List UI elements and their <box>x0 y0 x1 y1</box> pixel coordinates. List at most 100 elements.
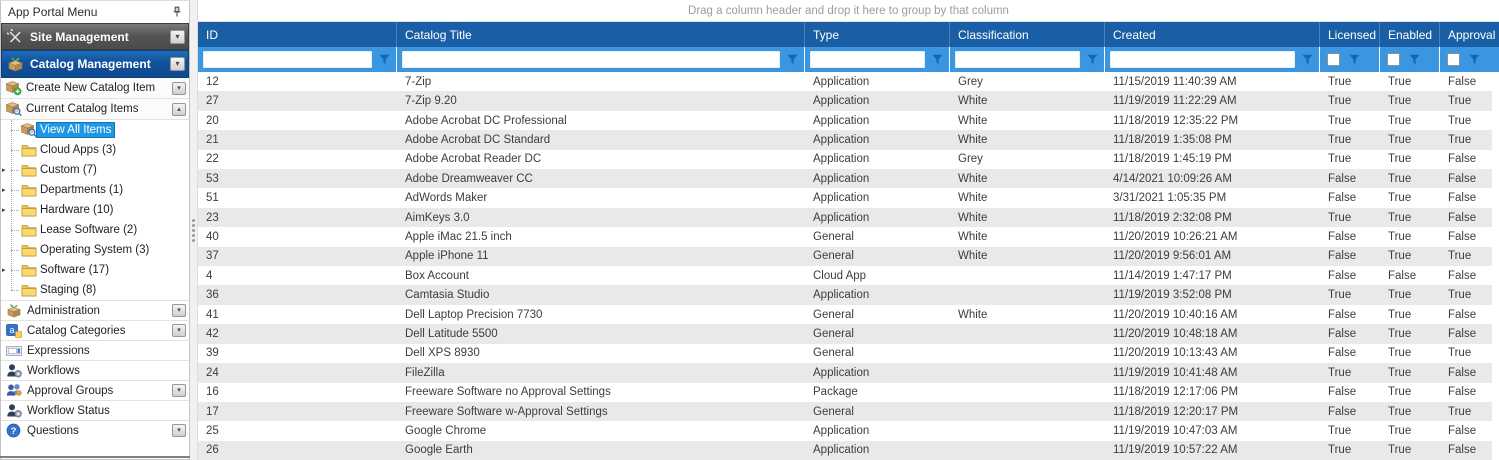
table-row[interactable]: 51AdWords MakerApplicationWhite3/31/2021… <box>198 188 1492 207</box>
table-row[interactable]: 127-ZipApplicationGrey11/15/2019 11:40:3… <box>198 72 1492 91</box>
filter-input-created[interactable] <box>1110 51 1295 68</box>
sidebar-item-software-17[interactable]: ▸Software (17) <box>1 260 189 280</box>
sidebar-item-approval-groups[interactable]: Approval Groups▾ <box>1 380 189 400</box>
filter-input-classification[interactable] <box>955 51 1080 68</box>
column-header-licensed[interactable]: Licensed <box>1320 22 1380 47</box>
tree-connector <box>11 290 19 291</box>
cell-type: Application <box>805 285 950 304</box>
expand-icon[interactable]: ▸ <box>2 206 6 214</box>
sidebar-group-catalog-management[interactable]: Catalog Management ▾ <box>1 50 189 78</box>
catalog-management-icon <box>6 56 24 72</box>
cell-classification: White <box>950 130 1105 149</box>
filter-icon[interactable] <box>1083 51 1101 69</box>
filter-icon[interactable] <box>928 51 946 69</box>
chevron-down-icon[interactable]: ▾ <box>170 57 185 71</box>
filter-input-type[interactable] <box>810 51 925 68</box>
filter-icon[interactable] <box>1345 51 1363 69</box>
table-row[interactable]: 41Dell Laptop Precision 7730GeneralWhite… <box>198 305 1492 324</box>
filter-input-id[interactable] <box>203 51 372 68</box>
filter-icon[interactable] <box>1465 51 1483 69</box>
table-row[interactable]: 17Freeware Software w-Approval SettingsG… <box>198 402 1492 421</box>
chevron-up-icon[interactable]: ▴ <box>172 103 186 116</box>
column-header-enabled[interactable]: Enabled <box>1380 22 1440 47</box>
cell-licensed: False <box>1320 344 1380 363</box>
table-row[interactable]: 40Apple iMac 21.5 inchGeneralWhite11/20/… <box>198 227 1492 246</box>
sidebar-splitter[interactable] <box>190 0 198 460</box>
table-row[interactable]: 42Dell Latitude 5500General11/20/2019 10… <box>198 324 1492 343</box>
cell-licensed: False <box>1320 324 1380 343</box>
filter-checkbox-approval[interactable] <box>1447 53 1460 66</box>
chevron-down-icon[interactable]: ▾ <box>170 30 185 44</box>
table-row[interactable]: 277-Zip 9.20ApplicationWhite11/19/2019 1… <box>198 91 1492 110</box>
table-row[interactable]: 22Adobe Acrobat Reader DCApplicationGrey… <box>198 150 1492 169</box>
chevron-down-icon[interactable]: ▾ <box>172 384 186 397</box>
sidebar-item-catalog-categories[interactable]: aCatalog Categories▾ <box>1 320 189 340</box>
expand-icon[interactable]: ▸ <box>2 166 6 174</box>
chevron-down-icon[interactable]: ▾ <box>172 324 186 337</box>
sidebar-item-operating-system-3[interactable]: Operating System (3) <box>1 240 189 260</box>
cell-enabled: True <box>1380 285 1440 304</box>
cell-type: Application <box>805 169 950 188</box>
table-row[interactable]: 21Adobe Acrobat DC StandardApplicationWh… <box>198 130 1492 149</box>
cell-enabled: True <box>1380 208 1440 227</box>
sidebar-item-departments-1[interactable]: ▸Departments (1) <box>1 180 189 200</box>
sidebar-item-expressions[interactable]: Expressions <box>1 340 189 360</box>
filter-input-title[interactable] <box>402 51 780 68</box>
filter-icon[interactable] <box>783 51 801 69</box>
sidebar-item-workflow-status[interactable]: Workflow Status <box>1 400 189 420</box>
column-header-title[interactable]: Catalog Title <box>397 22 805 47</box>
cell-created: 11/18/2019 2:32:08 PM <box>1105 208 1320 227</box>
sidebar-item-label: Hardware (10) <box>37 203 117 217</box>
table-row[interactable]: 25Google ChromeApplication11/19/2019 10:… <box>198 421 1492 440</box>
sidebar-item-hardware-10[interactable]: ▸ Hardware (10) <box>1 200 189 220</box>
table-row[interactable]: 53Adobe Dreamweaver CCApplicationWhite4/… <box>198 169 1492 188</box>
table-row[interactable]: 16Freeware Software no Approval Settings… <box>198 383 1492 402</box>
cell-title: Google Earth <box>397 441 805 460</box>
sidebar-item-label: View All Items <box>37 123 114 137</box>
table-row[interactable]: 24FileZillaApplication11/19/2019 10:41:4… <box>198 363 1492 382</box>
table-row[interactable]: 26Google EarthApplication11/19/2019 10:5… <box>198 441 1492 460</box>
sidebar-item-administration[interactable]: Administration▾ <box>1 300 189 320</box>
table-row[interactable]: 36Camtasia StudioApplication11/19/2019 3… <box>198 285 1492 304</box>
sidebar-item-create-new-catalog-item[interactable]: Create New Catalog Item ▾ <box>1 78 189 99</box>
sidebar-item-current-catalog-items[interactable]: Current Catalog Items ▴ <box>1 99 189 120</box>
sidebar-item-questions[interactable]: ?Questions▾ <box>1 420 189 440</box>
cell-id: 36 <box>198 285 397 304</box>
column-header-classification[interactable]: Classification <box>950 22 1105 47</box>
cell-approval: False <box>1440 305 1492 324</box>
cell-type: Cloud App <box>805 266 950 285</box>
sidebar-item-staging-8[interactable]: Staging (8) <box>1 280 189 300</box>
chevron-down-icon[interactable]: ▾ <box>172 304 186 317</box>
chevron-down-icon[interactable]: ▾ <box>172 82 186 95</box>
expand-icon[interactable]: ▸ <box>2 186 6 194</box>
chevron-down-icon[interactable]: ▾ <box>172 424 186 437</box>
group-label: Site Management <box>30 30 129 44</box>
table-row[interactable]: 37Apple iPhone 11GeneralWhite11/20/2019 … <box>198 247 1492 266</box>
folder-icon <box>20 262 37 278</box>
sidebar-item-cloud-apps-3[interactable]: Cloud Apps (3) <box>1 140 189 160</box>
column-header-type[interactable]: Type <box>805 22 950 47</box>
filter-cell-created <box>1105 47 1320 72</box>
pin-icon[interactable] <box>170 5 184 19</box>
expand-icon[interactable]: ▸ <box>2 266 6 274</box>
sidebar-item-lease-software-2[interactable]: Lease Software (2) <box>1 220 189 240</box>
group-by-bar[interactable]: Drag a column header and drop it here to… <box>198 0 1499 22</box>
table-row[interactable]: 23AimKeys 3.0ApplicationWhite11/18/2019 … <box>198 208 1492 227</box>
table-row[interactable]: 4Box AccountCloud App11/14/2019 1:47:17 … <box>198 266 1492 285</box>
table-row[interactable]: 20Adobe Acrobat DC ProfessionalApplicati… <box>198 111 1492 130</box>
filter-icon[interactable] <box>375 51 393 69</box>
table-row[interactable]: 39Dell XPS 8930General11/20/2019 10:13:4… <box>198 344 1492 363</box>
sidebar-item-workflows[interactable]: Workflows <box>1 360 189 380</box>
sidebar-item-view-all-items[interactable]: View All Items <box>1 120 189 140</box>
column-header-approval[interactable]: Approval <box>1440 22 1499 47</box>
column-header-created[interactable]: Created <box>1105 22 1320 47</box>
filter-checkbox-enabled[interactable] <box>1387 53 1400 66</box>
column-header-id[interactable]: ID <box>198 22 397 47</box>
filter-icon[interactable] <box>1405 51 1423 69</box>
cell-enabled: True <box>1380 383 1440 402</box>
sidebar-item-custom-7[interactable]: ▸Custom (7) <box>1 160 189 180</box>
cell-created: 11/20/2019 10:13:43 AM <box>1105 344 1320 363</box>
sidebar-group-site-management[interactable]: Site Management ▾ <box>1 23 189 50</box>
filter-checkbox-licensed[interactable] <box>1327 53 1340 66</box>
filter-icon[interactable] <box>1298 51 1316 69</box>
